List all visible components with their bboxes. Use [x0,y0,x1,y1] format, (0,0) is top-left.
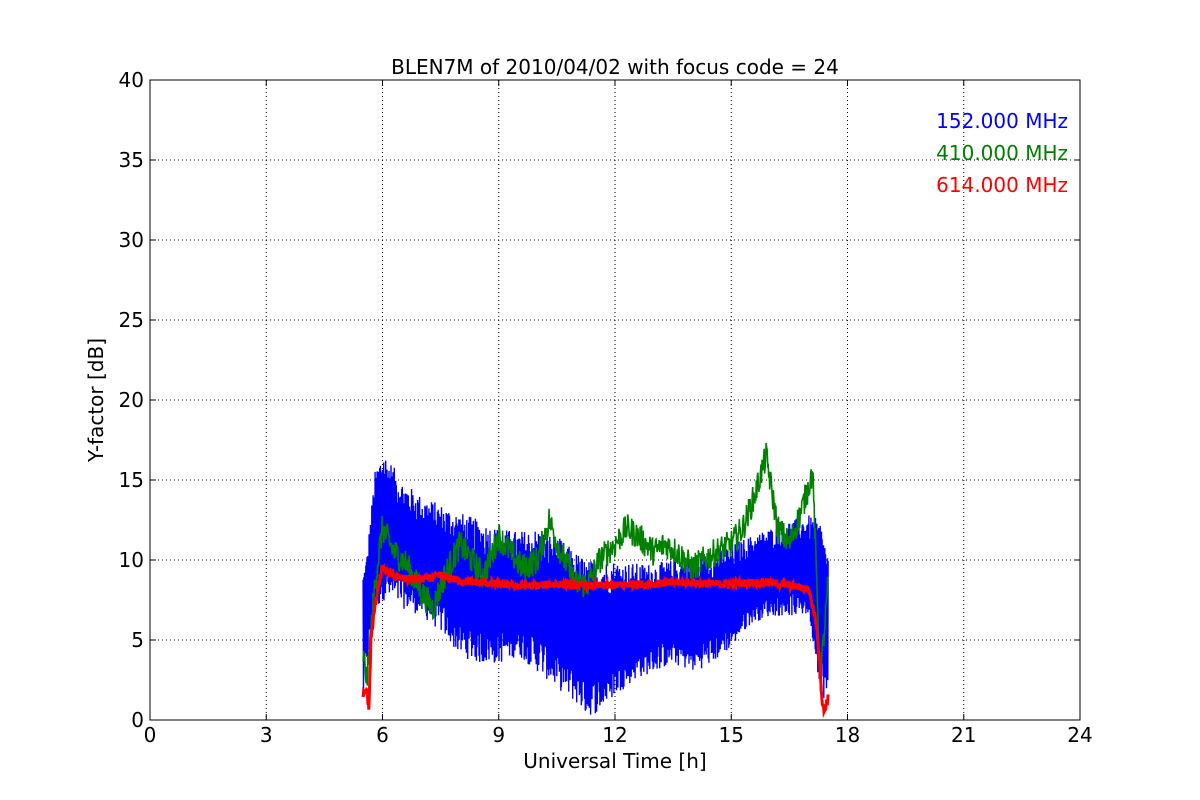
x-tick-label: 18 [835,723,860,747]
x-tick-label: 3 [260,723,273,747]
plot-area: 0 3 6 9 12 15 18 21 24 0 5 10 15 20 25 30 35 40 152.000 M… [119,68,1093,747]
chart-canvas: BLEN7M of 2010/04/02 with focus code = 2… [84,55,1093,773]
x-axis-label: Universal Time [h] [523,749,706,773]
y-tick-label: 15 [119,468,144,492]
y-tick-label: 40 [119,68,144,92]
x-tick-label: 24 [1067,723,1092,747]
x-tick-label: 9 [492,723,505,747]
legend: 152.000 MHz 410.000 MHz 614.000 MHz [936,109,1068,197]
chart-title: BLEN7M of 2010/04/02 with focus code = 2… [391,55,839,79]
y-axis-label: Y-factor [dB] [84,338,108,463]
legend-entry: 152.000 MHz [936,109,1068,133]
y-tick-label: 25 [119,308,144,332]
legend-entry: 614.000 MHz [936,173,1068,197]
x-tick-label: 21 [951,723,976,747]
y-tick-label: 35 [119,148,144,172]
y-tick-label: 20 [119,388,144,412]
x-tick-label: 15 [719,723,744,747]
y-tick-label: 10 [119,548,144,572]
y-tick-label: 5 [131,628,144,652]
y-tick-label: 30 [119,228,144,252]
x-tick-label: 12 [602,723,627,747]
x-tick-label: 0 [144,723,157,747]
y-tick-label: 0 [131,708,144,732]
x-tick-label: 6 [376,723,389,747]
chart-figure: BLEN7M of 2010/04/02 with focus code = 2… [0,0,1200,800]
legend-entry: 410.000 MHz [936,141,1068,165]
